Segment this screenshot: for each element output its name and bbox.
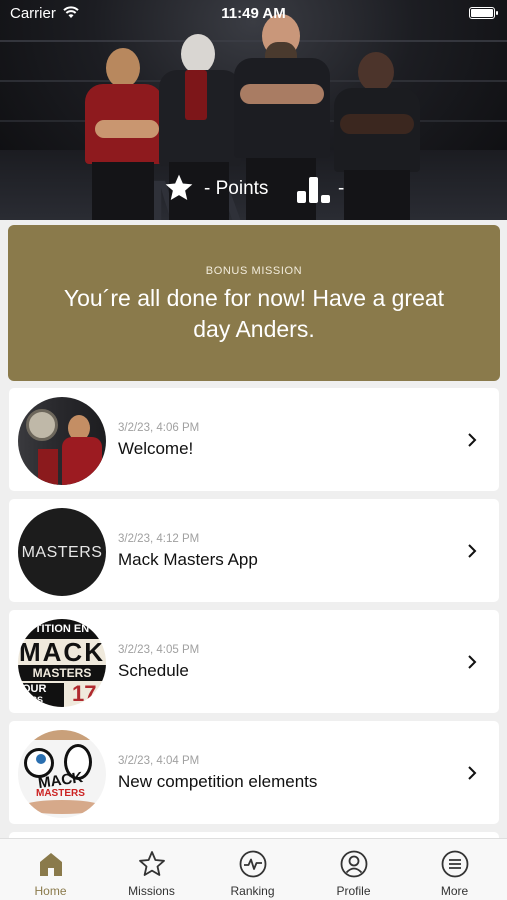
tab-profile[interactable]: Profile (303, 839, 404, 900)
list-item[interactable]: MASTERS 3/2/23, 4:12 PM Mack Masters App (9, 499, 499, 602)
thumbnail-text: MACK (19, 637, 105, 667)
tab-label: More (440, 884, 469, 898)
chevron-right-icon (468, 544, 477, 558)
item-title: Schedule (118, 661, 189, 680)
pulse-icon (239, 850, 267, 878)
status-bar: Carrier 11:49 AM (0, 0, 507, 28)
list-item[interactable]: TITION EN MACK MASTERS OUR ARS 17 3/2/23… (9, 610, 499, 713)
item-title: Welcome! (118, 439, 194, 458)
home-icon (40, 853, 62, 876)
bar-chart-icon (297, 177, 330, 203)
thumbnail-text: TITION EN (34, 623, 90, 635)
schedule-thumbnail: TITION EN MACK MASTERS OUR ARS 17 (18, 619, 106, 707)
list-item[interactable]: 3/2/23, 4:06 PM Welcome! (9, 388, 499, 491)
chevron-right-icon (468, 433, 477, 447)
item-title: Mack Masters App (118, 550, 258, 569)
thumbnail-text: MASTERS (36, 788, 85, 799)
tab-label: Home (34, 884, 67, 898)
masters-thumbnail: MASTERS (18, 508, 106, 596)
tab-bar: Home Missions Ranking Profile More (0, 838, 507, 900)
tab-label: Profile (336, 884, 371, 898)
thumbnail-text: 17 (72, 681, 97, 706)
tab-home[interactable]: Home (0, 839, 101, 900)
star-icon (165, 174, 193, 200)
star-icon (139, 851, 165, 876)
tab-ranking[interactable]: Ranking (202, 839, 303, 900)
points-value: - Points (204, 178, 269, 199)
tab-more[interactable]: More (404, 839, 505, 900)
item-date: 3/2/23, 4:04 PM (118, 755, 200, 767)
tab-label: Ranking (230, 884, 275, 898)
bonus-mission-message: You´re all done for now! Have a great da… (63, 285, 445, 342)
thumbnail-text: MASTERS (21, 544, 103, 561)
battery-icon (469, 7, 498, 19)
tab-missions[interactable]: Missions (101, 839, 202, 900)
chevron-right-icon (468, 655, 477, 669)
clock: 11:49 AM (221, 5, 286, 22)
item-title: New competition elements (118, 772, 318, 791)
thumbnail-text: ARS (24, 695, 44, 705)
rank-value: - (338, 178, 345, 199)
item-date: 3/2/23, 4:06 PM (118, 422, 200, 434)
chevron-right-icon (468, 766, 477, 780)
tab-label: Missions (128, 884, 175, 898)
menu-icon (441, 850, 469, 878)
hero-banner: MA Carrier 11:49 AM (0, 0, 507, 220)
thumbnail-text: OUR (22, 683, 47, 695)
bonus-mission-card[interactable]: BONUS MISSION You´re all done for now! H… (8, 225, 500, 381)
welcome-thumbnail (18, 397, 106, 485)
user-icon (340, 850, 368, 878)
competition-thumbnail: MACK MASTERS (18, 730, 106, 818)
item-date: 3/2/23, 4:05 PM (118, 644, 200, 656)
list-item[interactable]: MACK MASTERS 3/2/23, 4:04 PM New competi… (9, 721, 499, 824)
thumbnail-text: MASTERS (32, 666, 92, 680)
bonus-mission-label: BONUS MISSION (205, 265, 303, 277)
item-date: 3/2/23, 4:12 PM (118, 533, 200, 545)
